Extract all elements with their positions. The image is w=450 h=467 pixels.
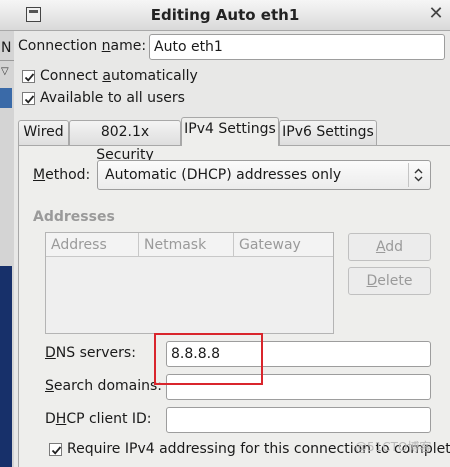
tab-8021x-security[interactable]: 802.1x Security — [69, 120, 181, 163]
dhcp-client-id-label: DHCP client ID: — [45, 411, 152, 427]
connect-automatically-label: Connect automatically — [40, 68, 198, 84]
column-header-gateway[interactable]: Gateway — [234, 233, 333, 257]
available-to-all-users-checkbox[interactable] — [22, 92, 35, 105]
method-label: Method: — [33, 167, 91, 183]
connection-name-label: Connection name: — [18, 38, 147, 54]
window-title: Editing Auto eth1 — [150, 6, 300, 24]
combo-arrows-icon — [408, 163, 427, 187]
background-selected-row — [0, 88, 12, 108]
check-icon — [51, 446, 62, 455]
close-icon[interactable]: ✕ — [425, 3, 447, 25]
dns-servers-label: DNS servers: — [45, 345, 136, 361]
connect-automatically-checkbox[interactable] — [22, 70, 35, 83]
dhcp-client-id-input[interactable] — [166, 407, 431, 433]
available-to-all-users-label: Available to all users — [40, 90, 185, 106]
tab-ipv6-settings[interactable]: IPv6 Settings — [279, 120, 377, 145]
search-domains-label: Search domains: — [45, 378, 162, 394]
add-button[interactable]: Add — [348, 233, 431, 261]
addresses-heading: Addresses — [33, 209, 115, 225]
background-divider — [0, 60, 14, 61]
watermark: @51CTO博客 — [355, 440, 432, 454]
delete-button[interactable]: Delete — [348, 267, 431, 295]
tab-ipv4-settings[interactable]: IPv4 Settings — [181, 117, 279, 146]
column-header-netmask[interactable]: Netmask — [139, 233, 234, 257]
tab-wired[interactable]: Wired — [18, 120, 69, 145]
highlight-annotation — [154, 333, 263, 385]
check-icon — [24, 95, 35, 104]
column-header-address[interactable]: Address — [46, 233, 139, 257]
background-desktop — [0, 266, 12, 467]
background-expander-icon: ▽ — [1, 66, 9, 77]
require-ipv4-checkbox[interactable] — [49, 443, 62, 456]
background-window-text: N — [1, 40, 12, 56]
method-select[interactable]: Automatic (DHCP) addresses only — [97, 160, 431, 190]
check-icon — [24, 73, 35, 82]
connection-name-input[interactable]: Auto eth1 — [149, 34, 445, 60]
